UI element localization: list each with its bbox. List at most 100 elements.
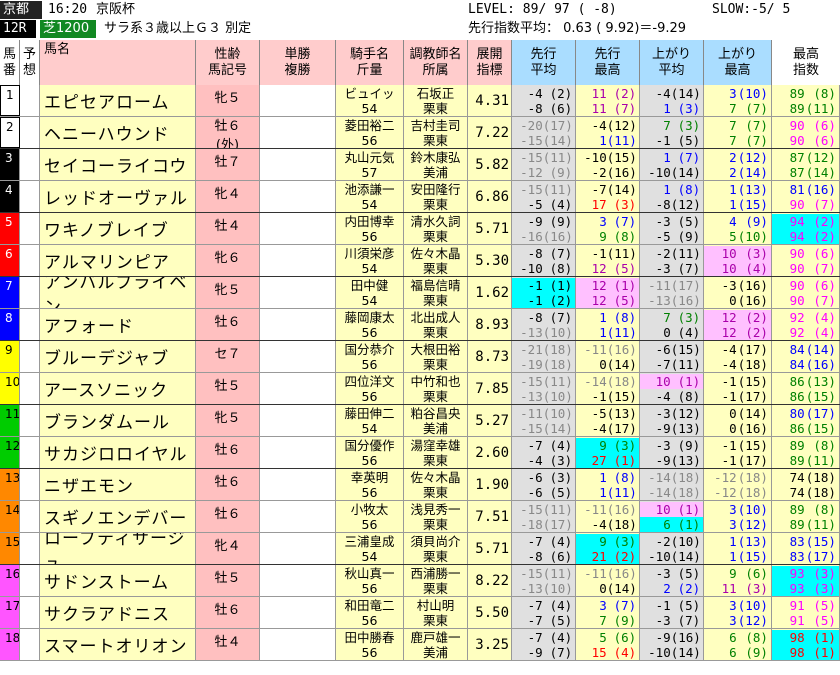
- stat-rank: (6): [549, 548, 573, 564]
- table-row[interactable]: 14 スギノエンデバー 牡６ 小牧太 56 浅見秀一 栗東 7.51 -15 (11) -18 (17…: [0, 501, 840, 533]
- senko-max-line: -4 (17): [576, 421, 639, 436]
- stat-rank: (7): [813, 292, 836, 308]
- weight: 56: [361, 324, 378, 340]
- stat-value: -14: [584, 373, 607, 389]
- agari-max-line: -1 (17): [704, 389, 771, 404]
- agari-max: 3 (10) 3 (12): [704, 501, 772, 532]
- table-row[interactable]: 9 ブルーデジャブ セ７ 国分恭介 56 大根田裕 栗東 8.73 -21 (18) -19 (18)…: [0, 341, 840, 373]
- table-row[interactable]: 5 ワキノブレイブ 牡４ 内田博幸 56 清水久詞 栗東 5.71 -9 (9) -16 (16) 3(…: [0, 213, 840, 245]
- stat-rank: (3): [745, 580, 768, 596]
- umaban-cell: 1: [0, 85, 20, 116]
- agari-max-line: 12 (2): [704, 309, 771, 325]
- senko-avg: -7 (4) -4 (3): [512, 437, 576, 468]
- trainer-cell: 佐々木晶 栗東: [404, 245, 468, 276]
- stat-rank: (10): [737, 228, 768, 244]
- trainer-name: 中竹和也: [410, 373, 461, 389]
- stat-value: -10: [648, 644, 671, 660]
- umaban-cell: 3: [0, 149, 20, 180]
- best-index: 89 (8) 89 (11): [772, 85, 840, 116]
- stat-value: 0: [729, 292, 737, 308]
- stat-value: -11: [520, 405, 543, 421]
- tenkai-index: 5.30: [468, 245, 512, 276]
- senko-avg-line: -13 (10): [512, 389, 575, 404]
- table-row[interactable]: 12 サカジロロイヤル 牡６ 国分優作 56 湯窪幸雄 栗東 2.60 -7 (4) -4 (3) 9(…: [0, 437, 840, 469]
- tenkai-index: 5.27: [468, 405, 512, 436]
- senko-max: -5 (13) -4 (17): [576, 405, 640, 436]
- stat-value: 2: [729, 164, 737, 180]
- yosou-cell: [20, 469, 40, 500]
- horse-name: サカジロロイヤル: [40, 437, 196, 468]
- best-index-line: 91 (5): [772, 613, 839, 628]
- stat-value: -4: [591, 516, 607, 532]
- stat-value: -19: [520, 356, 543, 372]
- table-row[interactable]: 7 アンバルブライベン 牝５ 田中健 54 福島信晴 栗東 1.62 -1 (1) -1 (2) 12(…: [0, 277, 840, 309]
- table-row[interactable]: 15 ローブティサージュ 牝４ 三浦皇成 54 須貝尚介 栗東 5.71 -7 (4) -8 (6) 9…: [0, 533, 840, 565]
- best-index-line: 74 (18): [772, 470, 839, 485]
- sex-age-cell: 牡６ (外): [196, 117, 260, 148]
- jockey-cell: 田中健 54: [336, 277, 404, 308]
- stat-value: -1: [527, 292, 543, 308]
- table-row[interactable]: 13 ニザエモン 牡６ 幸英明 56 佐々木晶 栗東 1.90 -6 (3) -6 (5) 1 (8) 1(…: [0, 469, 840, 501]
- agari-max-line: 3 (12): [704, 613, 771, 628]
- stat-value: 1: [729, 196, 737, 212]
- stat-rank: (14): [737, 405, 768, 421]
- table-row[interactable]: 6 アルマリンピア 牝６ 川須栄彦 54 佐々木晶 栗東 5.30 -8 (7) -10 (8) -1(…: [0, 245, 840, 277]
- weight: 56: [361, 516, 378, 532]
- agari-avg-line: -6 (15): [640, 342, 703, 357]
- agari-avg: -14 (18) -14 (18): [640, 469, 704, 500]
- jockey-cell: 国分優作 56: [336, 437, 404, 468]
- sex-age-cell: 牡６: [196, 437, 260, 468]
- senko-max-line: -1 (15): [576, 389, 639, 404]
- jockey-name: 国分優作: [344, 437, 395, 453]
- table-row[interactable]: 17 サクラアドニス 牡６ 和田竜二 56 村山明 栗東 5.50 -7 (4) -7 (5) 3 (7)…: [0, 597, 840, 629]
- agari-max-line: -4 (17): [704, 342, 771, 357]
- odds-cell: [260, 85, 336, 116]
- tenkai-index: 2.60: [468, 437, 512, 468]
- agari-avg: -2 (11) -3 (7): [640, 245, 704, 276]
- trainer-cell: 福島信晴 栗東: [404, 277, 468, 308]
- table-row[interactable]: 1 エピセアローム 牝５ ビュイッ 54 石坂正 栗東 4.31 -4 (2) -8 (6) 11 (2)…: [0, 85, 840, 117]
- jockey-cell: 丸山元気 57: [336, 149, 404, 180]
- stat-rank: (9): [745, 644, 768, 660]
- agari-max: 6 (8) 6 (9): [704, 629, 772, 660]
- horse-mark: (外): [215, 137, 240, 149]
- stat-value: -13: [648, 292, 671, 308]
- jockey-name: 川須栄彦: [344, 245, 395, 261]
- trainer-cell: 吉村圭司 栗東: [404, 117, 468, 148]
- stat-rank: (7): [549, 309, 573, 325]
- stat-value: -8: [655, 196, 671, 212]
- agari-max-line: -1 (15): [704, 438, 771, 453]
- stat-value: -2: [591, 164, 607, 180]
- stat-rank: (14): [670, 164, 701, 180]
- stat-value: -9: [527, 644, 543, 660]
- sex-age-cell: 牡７: [196, 149, 260, 180]
- odds-cell: [260, 277, 336, 308]
- stat-value: -10: [584, 149, 607, 165]
- best-index-line: 92 (4): [772, 325, 839, 340]
- header-sexage: 性齢 馬記号: [196, 40, 260, 85]
- race-number: 12R: [0, 20, 36, 38]
- best-index-line: 89 (8): [772, 438, 839, 453]
- best-index-line: 92 (4): [772, 310, 839, 325]
- stable-location: 栗東: [422, 516, 448, 532]
- agari-max-line: 7 (7): [704, 133, 771, 148]
- trainer-cell: 須貝尚介 栗東: [404, 533, 468, 564]
- agari-avg: 10 (1) -4 (8): [640, 373, 704, 404]
- jockey-cell: 秋山真一 56: [336, 565, 404, 596]
- stat-value: 1: [729, 181, 737, 197]
- table-row[interactable]: 2 ヘニーハウンド 牡６ (外) 菱田裕二 56 吉村圭司 栗東 7.22 -20 (17) -15(…: [0, 117, 840, 149]
- table-row[interactable]: 10 アースソニック 牡５ 四位洋文 56 中竹和也 栗東 7.85 -15 (11) -13 (10…: [0, 373, 840, 405]
- stat-rank: (16): [737, 292, 768, 308]
- table-row[interactable]: 11 ブランダムール 牝５ 藤田伸二 54 粕谷昌央 美浦 5.27 -11 (10) -15 (14…: [0, 405, 840, 437]
- senko-max-line: 11 (7): [576, 101, 639, 116]
- agari-avg-line: -4 (14): [640, 86, 703, 101]
- senko-avg-line: -6 (3): [512, 470, 575, 485]
- stat-rank: (10): [737, 597, 768, 613]
- table-row[interactable]: 3 セイコーライコウ 牡７ 丸山元気 57 鈴木康弘 美浦 5.82 -15 (11) -12 (9)…: [0, 149, 840, 181]
- table-row[interactable]: 4 レッドオーヴァル 牝４ 池添謙一 54 安田隆行 栗東 6.86 -15 (11) -5 (4) -…: [0, 181, 840, 213]
- table-row[interactable]: 18 スマートオリオン 牡４ 田中勝春 56 鹿戸雄一 美浦 3.25 -7 (4) -9 (7) 5(…: [0, 629, 840, 661]
- stat-rank: (6): [813, 245, 836, 261]
- table-row[interactable]: 8 アフォード 牡６ 藤岡康太 56 北出成人 栗東 8.93 -8 (7) -13 (10) 1 (8)…: [0, 309, 840, 341]
- stat-value: -1: [655, 597, 671, 613]
- table-row[interactable]: 16 サドンストーム 牡５ 秋山真一 56 西浦勝一 栗東 8.22 -15 (11) -13 (10…: [0, 565, 840, 597]
